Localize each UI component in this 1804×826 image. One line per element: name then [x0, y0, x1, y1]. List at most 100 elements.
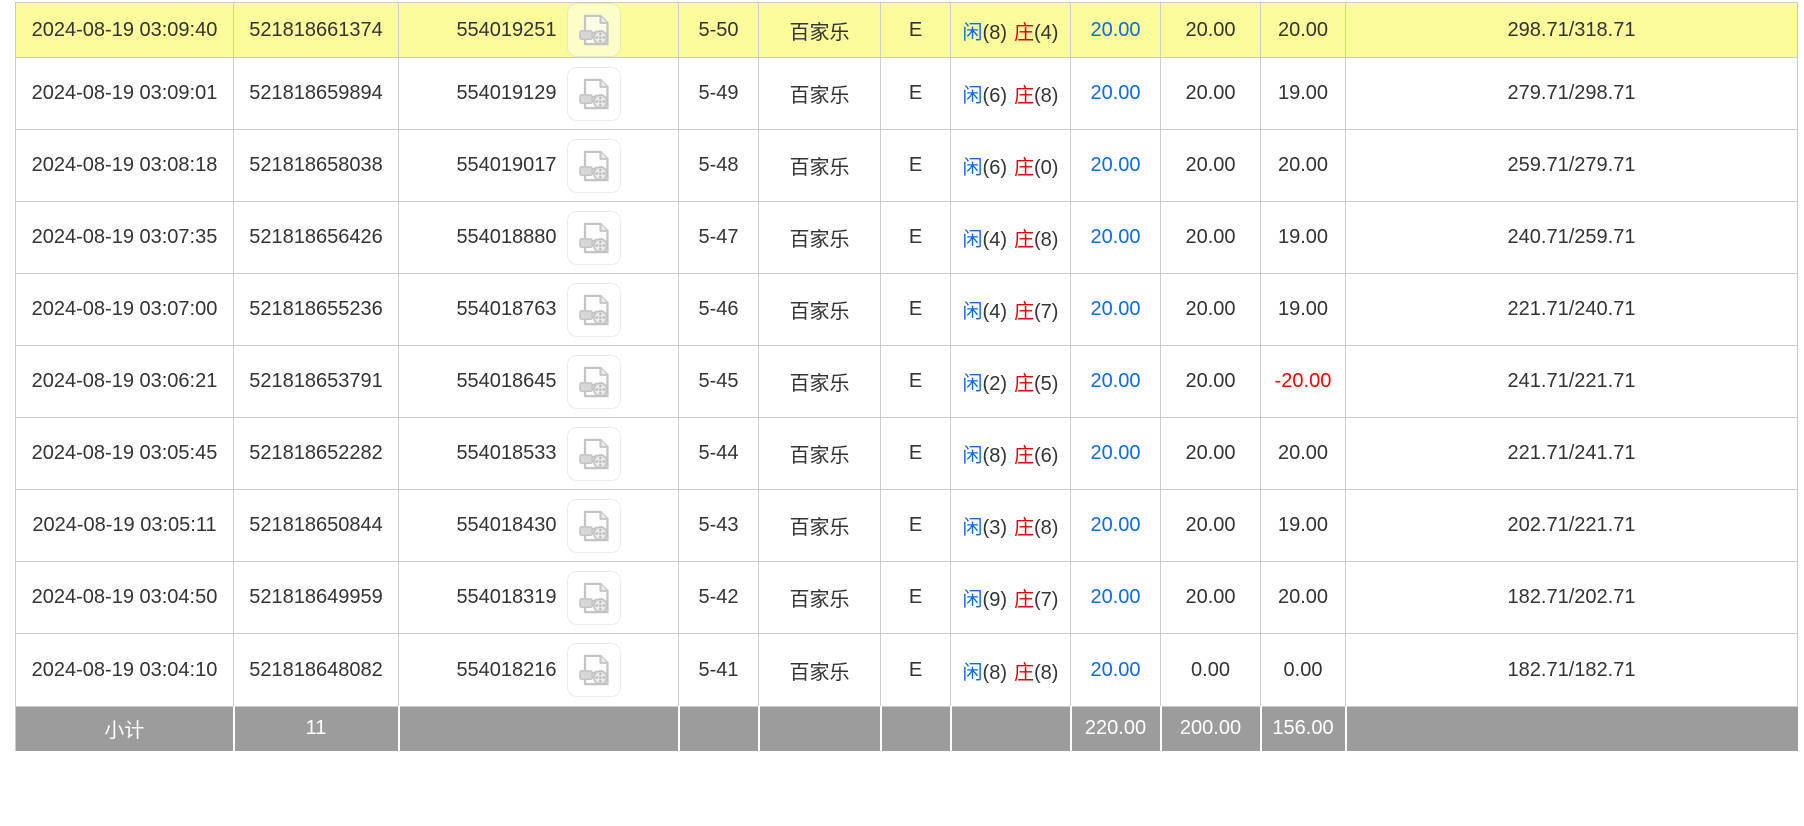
banker-result-score: (8) [1034, 229, 1058, 251]
banker-result-score: (8) [1034, 517, 1058, 539]
subtotal-empty-round [399, 707, 679, 751]
bet-amount-link[interactable]: 20.00 [1090, 442, 1140, 464]
bet-record-row[interactable]: 2024-08-19 03:06:21 521818653791 5540186… [16, 346, 1798, 418]
banker-result-label: 庄 [1014, 662, 1034, 684]
video-replay-button[interactable] [567, 355, 621, 409]
cell-bet-time: 2024-08-19 03:05:45 [16, 418, 234, 490]
bet-record-row[interactable]: 2024-08-19 03:09:01 521818659894 5540191… [16, 58, 1798, 130]
player-result-score: (8) [983, 662, 1007, 684]
subtotal-empty-result [951, 707, 1071, 751]
banker-result-score: (8) [1034, 662, 1058, 684]
cell-balance: 182.71/202.71 [1346, 562, 1798, 634]
cell-round-id: 554018319 [399, 562, 679, 634]
cell-bet-id: 521818655236 [234, 274, 399, 346]
cell-table-code: E [881, 490, 951, 562]
player-result-score: (6) [983, 85, 1007, 107]
video-record-icon [576, 12, 612, 48]
subtotal-row: 小计 11 220.00 200.00 156.00 [16, 707, 1798, 751]
cell-bet-amount: 20.00 [1071, 634, 1161, 707]
video-replay-button[interactable] [567, 499, 621, 553]
bet-record-row[interactable]: 2024-08-19 03:05:45 521818652282 5540185… [16, 418, 1798, 490]
cell-round-id: 554018645 [399, 346, 679, 418]
bet-amount-link[interactable]: 20.00 [1090, 370, 1140, 392]
bet-record-row[interactable]: 2024-08-19 03:04:50 521818649959 5540183… [16, 562, 1798, 634]
cell-balance: 241.71/221.71 [1346, 346, 1798, 418]
cell-game-result: 闲(2)庄(5) [951, 346, 1071, 418]
bet-amount-link[interactable]: 20.00 [1090, 514, 1140, 536]
round-id-text: 554018319 [456, 586, 556, 609]
cell-round-no: 5-46 [679, 274, 759, 346]
banker-result-label: 庄 [1014, 517, 1034, 539]
cell-win-loss: 0.00 [1261, 634, 1346, 707]
win-loss-value: -20.00 [1275, 370, 1332, 392]
bet-amount-link[interactable]: 20.00 [1090, 298, 1140, 320]
video-replay-button[interactable] [567, 283, 621, 337]
win-loss-value: 20.00 [1278, 442, 1328, 464]
cell-round-no: 5-47 [679, 202, 759, 274]
video-record-icon [576, 292, 612, 328]
player-result-score: (4) [983, 229, 1007, 251]
cell-round-id: 554018763 [399, 274, 679, 346]
cell-win-loss: 19.00 [1261, 490, 1346, 562]
video-record-icon [576, 364, 612, 400]
win-loss-value: 19.00 [1278, 514, 1328, 536]
bet-record-row[interactable]: 2024-08-19 03:07:35 521818656426 5540188… [16, 202, 1798, 274]
video-record-icon [576, 652, 612, 688]
cell-bet-id: 521818653791 [234, 346, 399, 418]
bet-record-row[interactable]: 2024-08-19 03:09:40 521818661374 5540192… [16, 3, 1798, 58]
bet-amount-link[interactable]: 20.00 [1090, 586, 1140, 608]
cell-table-code: E [881, 274, 951, 346]
cell-valid-amount: 20.00 [1161, 58, 1261, 130]
bet-record-row[interactable]: 2024-08-19 03:08:18 521818658038 5540190… [16, 130, 1798, 202]
video-replay-button[interactable] [567, 67, 621, 121]
banker-result-score: (4) [1034, 22, 1058, 44]
video-replay-button[interactable] [567, 643, 621, 697]
video-replay-button[interactable] [567, 139, 621, 193]
video-replay-button[interactable] [567, 211, 621, 265]
cell-game-result: 闲(6)庄(0) [951, 130, 1071, 202]
bet-amount-link[interactable]: 20.00 [1090, 659, 1140, 681]
cell-table-code: E [881, 202, 951, 274]
cell-bet-time: 2024-08-19 03:05:11 [16, 490, 234, 562]
player-result-score: (4) [983, 301, 1007, 323]
round-id-text: 554019251 [456, 19, 556, 42]
video-replay-button[interactable] [567, 427, 621, 481]
cell-win-loss: -20.00 [1261, 346, 1346, 418]
round-id-text: 554018645 [456, 370, 556, 393]
banker-result-label: 庄 [1014, 589, 1034, 611]
video-replay-button[interactable] [567, 3, 621, 57]
banker-result-score: (8) [1034, 85, 1058, 107]
cell-bet-time: 2024-08-19 03:07:00 [16, 274, 234, 346]
cell-game-name: 百家乐 [759, 274, 881, 346]
cell-table-code: E [881, 634, 951, 707]
player-result-score: (9) [983, 589, 1007, 611]
bet-amount-link[interactable]: 20.00 [1090, 226, 1140, 248]
win-loss-value: 20.00 [1278, 19, 1328, 41]
cell-valid-amount: 20.00 [1161, 490, 1261, 562]
cell-table-code: E [881, 346, 951, 418]
bet-record-row[interactable]: 2024-08-19 03:04:10 521818648082 5540182… [16, 634, 1798, 707]
cell-game-result: 闲(8)庄(8) [951, 634, 1071, 707]
bet-amount-link[interactable]: 20.00 [1090, 82, 1140, 104]
player-result-label: 闲 [963, 445, 983, 467]
bet-record-row[interactable]: 2024-08-19 03:07:00 521818655236 5540187… [16, 274, 1798, 346]
cell-bet-time: 2024-08-19 03:08:18 [16, 130, 234, 202]
cell-balance: 202.71/221.71 [1346, 490, 1798, 562]
bet-record-row[interactable]: 2024-08-19 03:05:11 521818650844 5540184… [16, 490, 1798, 562]
cell-win-loss: 20.00 [1261, 3, 1346, 58]
cell-round-no: 5-43 [679, 490, 759, 562]
cell-game-name: 百家乐 [759, 490, 881, 562]
banker-result-score: (7) [1034, 301, 1058, 323]
round-id-text: 554018533 [456, 442, 556, 465]
cell-bet-time: 2024-08-19 03:07:35 [16, 202, 234, 274]
cell-bet-id: 521818661374 [234, 3, 399, 58]
bet-amount-link[interactable]: 20.00 [1090, 154, 1140, 176]
video-record-icon [576, 148, 612, 184]
round-id-text: 554018880 [456, 226, 556, 249]
video-replay-button[interactable] [567, 571, 621, 625]
cell-bet-amount: 20.00 [1071, 274, 1161, 346]
bet-amount-link[interactable]: 20.00 [1090, 19, 1140, 41]
cell-round-no: 5-45 [679, 346, 759, 418]
subtotal-valid-amount-total: 200.00 [1161, 707, 1261, 751]
cell-bet-amount: 20.00 [1071, 202, 1161, 274]
